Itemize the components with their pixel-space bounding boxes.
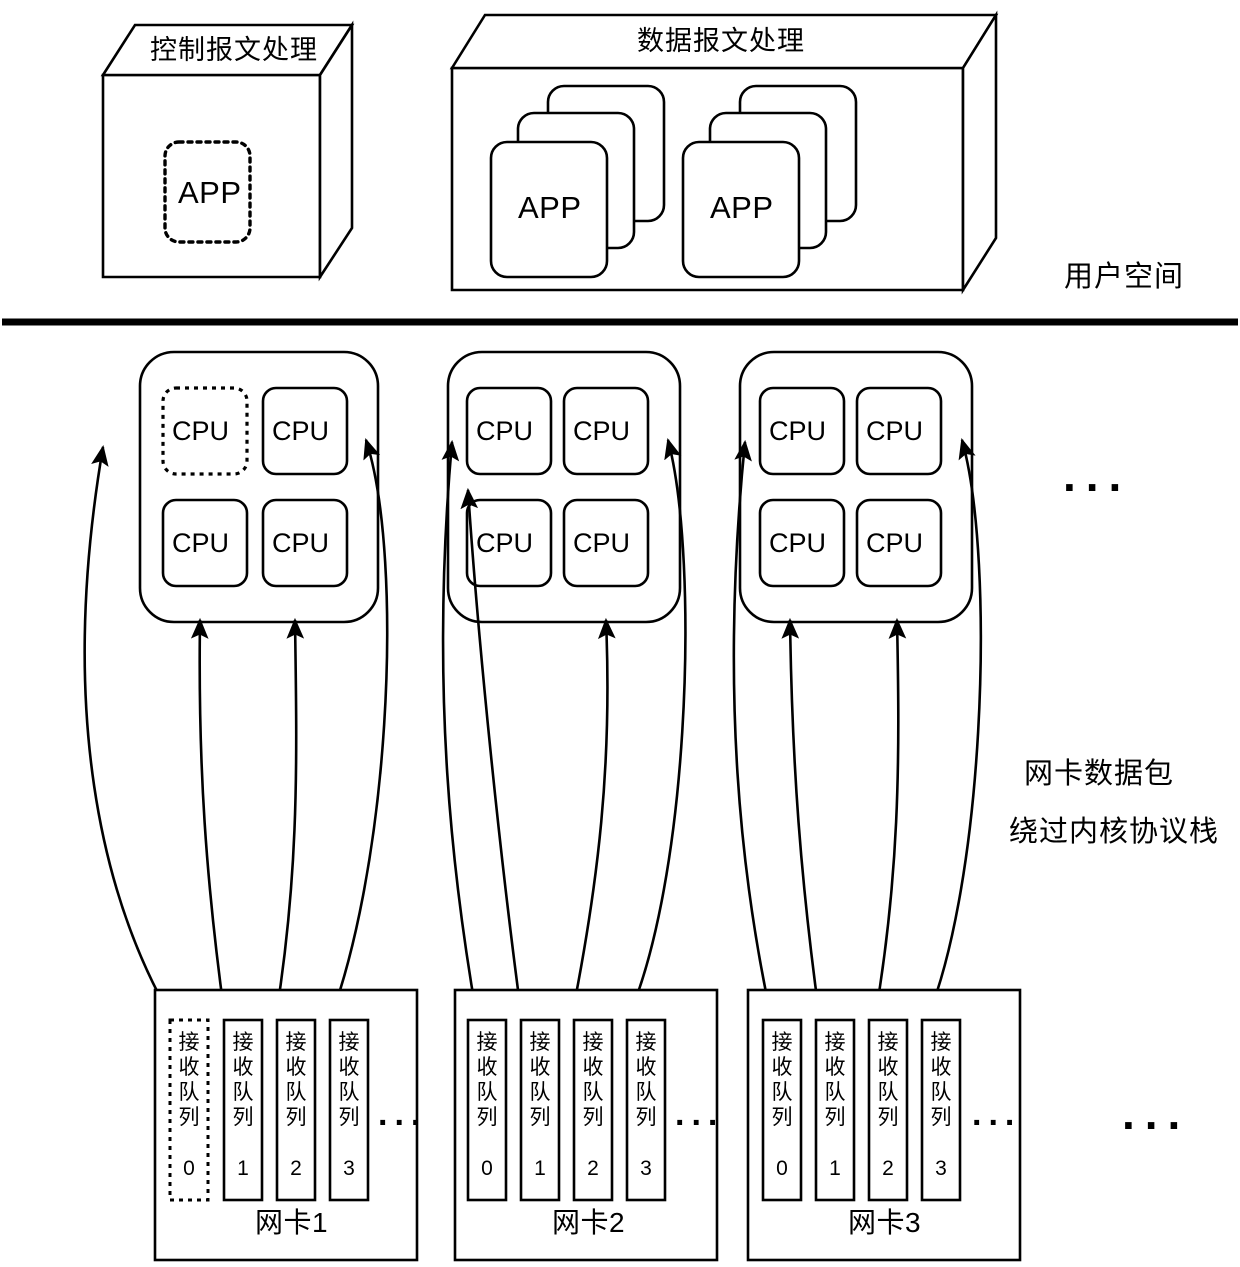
queue-box bbox=[920, 1018, 962, 1202]
queue-box-dashed bbox=[168, 1018, 210, 1202]
diagram-artwork bbox=[2, 10, 1238, 1262]
queue-box bbox=[572, 1018, 614, 1202]
cpu-box bbox=[562, 498, 650, 588]
cpu-box bbox=[161, 498, 249, 588]
app-card-dashed bbox=[163, 140, 252, 244]
queue-box bbox=[867, 1018, 909, 1202]
app-card-front bbox=[489, 140, 609, 279]
queue-box bbox=[519, 1018, 561, 1202]
cpu-box bbox=[855, 498, 943, 588]
cpu-box bbox=[261, 386, 349, 476]
queue-box bbox=[275, 1018, 317, 1202]
cpu-box-dashed bbox=[161, 386, 249, 476]
cpu-box bbox=[562, 386, 650, 476]
cpu-box bbox=[261, 498, 349, 588]
queue-box bbox=[222, 1018, 264, 1202]
queue-box bbox=[761, 1018, 803, 1202]
queue-box bbox=[466, 1018, 508, 1202]
cpu-box bbox=[758, 498, 846, 588]
queue-box bbox=[328, 1018, 370, 1202]
cpu-box bbox=[855, 386, 943, 476]
app-card-front bbox=[681, 140, 801, 279]
cpu-box bbox=[465, 386, 553, 476]
diagram-canvas: 控制报文处理 数据报文处理 APP APP APP 用户空间 CPU CPU C… bbox=[0, 0, 1240, 1267]
queue-box bbox=[814, 1018, 856, 1202]
cpu-box bbox=[465, 498, 553, 588]
queue-box bbox=[625, 1018, 667, 1202]
cpu-box bbox=[758, 386, 846, 476]
